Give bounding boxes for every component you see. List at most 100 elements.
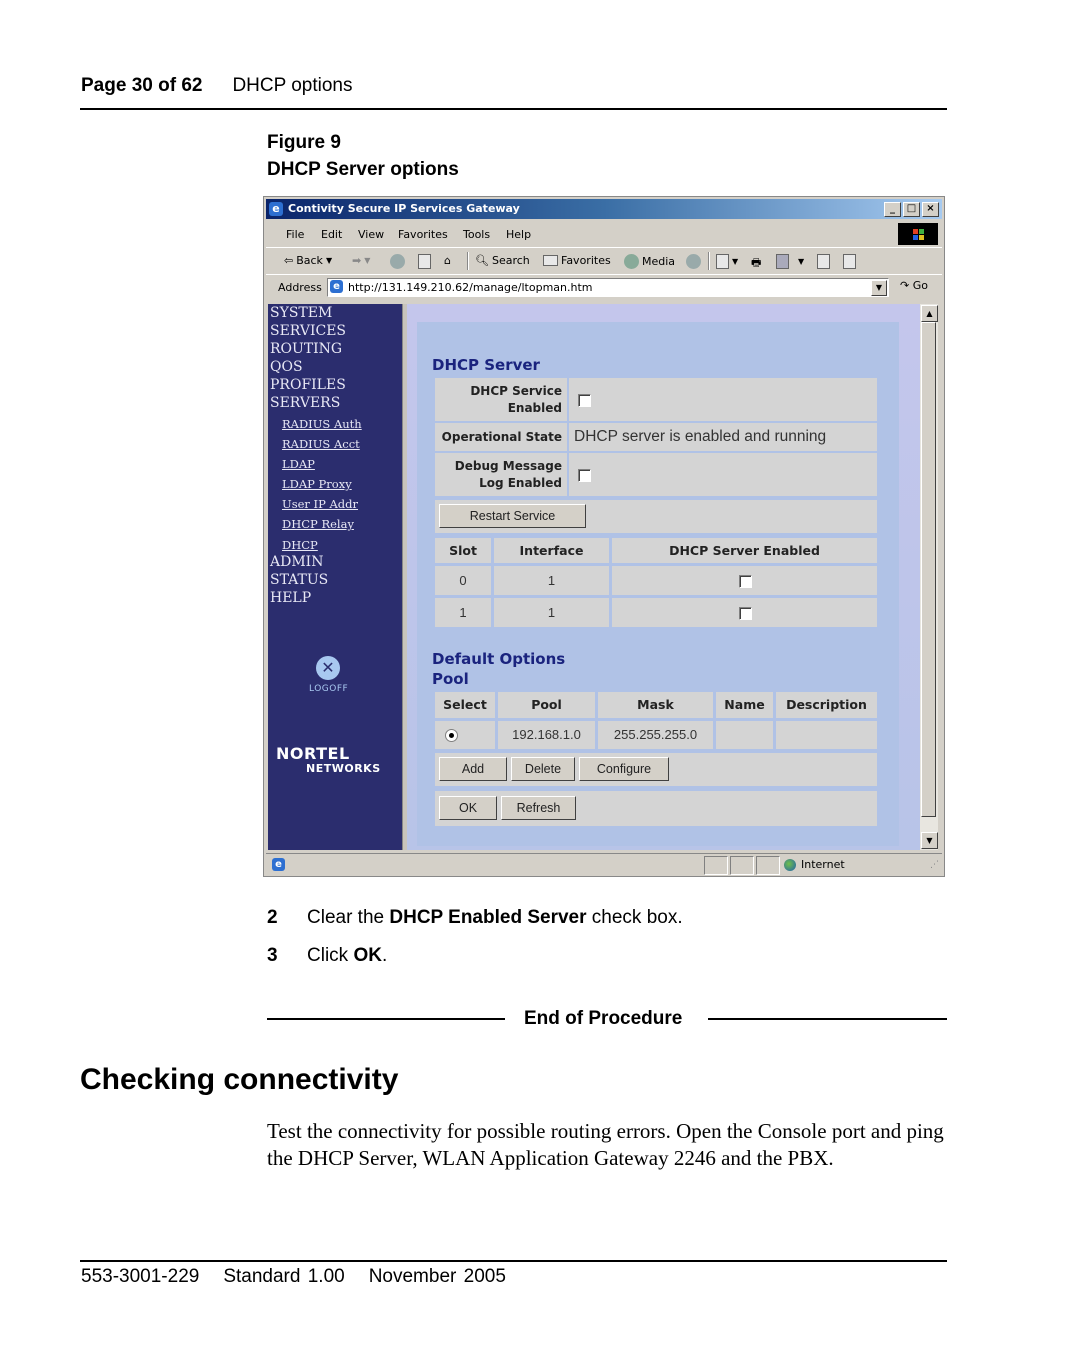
- slot-0-enabled-checkbox[interactable]: [739, 575, 752, 588]
- name-header: Name: [716, 692, 773, 718]
- forward-arrow-icon: ➡: [352, 254, 362, 267]
- enabled-cell: [612, 598, 877, 627]
- debug-value-cell: [569, 453, 877, 496]
- title-bar: e Contivity Secure IP Services Gateway _…: [266, 199, 942, 219]
- pool-select-radio[interactable]: [445, 729, 458, 742]
- scroll-up-arrow-icon[interactable]: ▲: [921, 305, 938, 322]
- mail-icon: [716, 254, 729, 269]
- service-enabled-checkbox[interactable]: [578, 394, 591, 407]
- sidebar-nav: SYSTEM SERVICES ROUTING QOS PROFILES SER…: [268, 304, 402, 850]
- stop-icon: [390, 254, 405, 269]
- nav-help[interactable]: HELP: [270, 589, 311, 607]
- close-button[interactable]: ×: [922, 202, 939, 217]
- nav-dhcp-relay[interactable]: DHCP Relay: [282, 516, 354, 532]
- menu-file[interactable]: File: [286, 228, 304, 241]
- search-button[interactable]: 🔍︎ Search: [475, 254, 530, 267]
- dhcp-server-title: DHCP Server: [432, 356, 540, 374]
- pool-cell: 192.168.1.0: [498, 721, 595, 749]
- favorites-button[interactable]: Favorites: [543, 254, 611, 267]
- pool-actions-row: Add Delete Configure: [435, 753, 877, 786]
- go-button[interactable]: ↷ Go: [900, 279, 928, 292]
- operational-state-value-cell: DHCP server is enabled and running: [569, 423, 877, 451]
- refresh-icon: [418, 254, 431, 269]
- edit-button[interactable]: ▼: [776, 254, 804, 269]
- nav-qos[interactable]: QOS: [270, 358, 303, 376]
- nav-admin[interactable]: ADMIN: [270, 553, 323, 571]
- menu-edit[interactable]: Edit: [321, 228, 342, 241]
- body-paragraph: Test the connectivity for possible routi…: [267, 1119, 944, 1170]
- address-dropdown[interactable]: ▼: [871, 280, 887, 296]
- print-button[interactable]: 🖶︎: [751, 254, 761, 273]
- default-options-title: Default Options: [432, 650, 566, 668]
- nav-radius-auth[interactable]: RADIUS Auth: [282, 416, 362, 432]
- messenger-button[interactable]: [843, 254, 856, 269]
- interface-cell: 1: [494, 598, 609, 627]
- nav-status[interactable]: STATUS: [270, 571, 328, 589]
- nav-ldap-proxy[interactable]: LDAP Proxy: [282, 476, 352, 492]
- mask-header: Mask: [598, 692, 713, 718]
- select-header: Select: [435, 692, 495, 718]
- mail-button[interactable]: ▼: [716, 254, 738, 269]
- discuss-button[interactable]: [817, 254, 830, 269]
- nav-profiles[interactable]: PROFILES: [270, 376, 346, 394]
- scroll-thumb[interactable]: [921, 322, 936, 817]
- debug-label: Debug Message Log Enabled: [454, 459, 562, 490]
- doc-number: 553-3001-229: [81, 1266, 200, 1287]
- refresh-button[interactable]: [418, 254, 431, 269]
- address-input[interactable]: e http://131.149.210.62/manage/ltopman.h…: [327, 278, 889, 297]
- home-button[interactable]: ⌂: [444, 254, 451, 267]
- nav-radius-acct[interactable]: RADIUS Acct: [282, 436, 360, 452]
- refresh-button[interactable]: Refresh: [501, 796, 576, 820]
- add-button[interactable]: Add: [439, 757, 507, 781]
- nortel-logo: NORTEL: [276, 744, 350, 763]
- forward-button[interactable]: ➡ ▼: [352, 254, 370, 267]
- footer-rule: [80, 1260, 947, 1262]
- doc-standard: Standard 1.00: [223, 1266, 345, 1287]
- page-header: Page 30 of 62 DHCP options: [81, 75, 353, 97]
- restart-service-button[interactable]: Restart Service: [439, 504, 586, 528]
- media-button[interactable]: Media: [624, 254, 675, 269]
- nav-servers[interactable]: SERVERS: [270, 394, 340, 412]
- debug-checkbox[interactable]: [578, 469, 591, 482]
- dhcp-server-enabled-header: DHCP Server Enabled: [612, 538, 877, 563]
- logoff-icon[interactable]: ✕: [316, 656, 340, 680]
- step-number: 3: [267, 945, 278, 966]
- eop-rule-right: [708, 1018, 947, 1020]
- chevron-down-icon: ▼: [364, 256, 371, 265]
- discuss-icon: [817, 254, 830, 269]
- description-header: Description: [776, 692, 877, 718]
- menu-view[interactable]: View: [358, 228, 384, 241]
- service-enabled-label-cell: DHCP Service Enabled: [435, 378, 567, 421]
- nav-routing[interactable]: ROUTING: [270, 340, 342, 358]
- configure-button[interactable]: Configure: [579, 757, 669, 781]
- logoff-link[interactable]: LOGOFF: [309, 684, 348, 694]
- toolbar: ⇦ Back ▼ ➡ ▼ ⌂ 🔍︎ Search Favorites Media ▼ 🖶…: [266, 247, 942, 274]
- section-name: DHCP options: [232, 75, 353, 96]
- name-cell: [716, 721, 773, 749]
- ok-button[interactable]: OK: [439, 796, 497, 820]
- resize-grip-icon[interactable]: ⋰: [930, 860, 939, 870]
- delete-button[interactable]: Delete: [511, 757, 575, 781]
- nav-services[interactable]: SERVICES: [270, 322, 346, 340]
- search-icon: 🔍︎: [475, 254, 489, 267]
- history-button[interactable]: [686, 254, 701, 269]
- stop-button[interactable]: [390, 254, 405, 269]
- minimize-button[interactable]: _: [884, 202, 901, 217]
- page-status-icon: e: [272, 858, 285, 871]
- menu-help[interactable]: Help: [506, 228, 531, 241]
- menu-tools[interactable]: Tools: [463, 228, 490, 241]
- nav-dhcp[interactable]: DHCP: [282, 537, 318, 553]
- scroll-down-arrow-icon[interactable]: ▼: [921, 832, 938, 849]
- slot-1-enabled-checkbox[interactable]: [739, 607, 752, 620]
- vertical-scrollbar[interactable]: ▲ ▼: [920, 304, 938, 850]
- nav-user-ip-addr[interactable]: User IP Addr: [282, 496, 358, 512]
- menu-favorites[interactable]: Favorites: [398, 228, 448, 241]
- nav-ldap[interactable]: LDAP: [282, 456, 315, 472]
- back-button[interactable]: ⇦ Back ▼: [284, 254, 332, 267]
- select-cell: [435, 721, 495, 749]
- page-footer: 553-3001-229 Standard 1.00 November 2005: [81, 1266, 530, 1288]
- restart-row: Restart Service: [435, 500, 877, 533]
- maximize-button[interactable]: □: [903, 202, 920, 217]
- nav-system[interactable]: SYSTEM: [270, 304, 332, 322]
- ui-reference: OK: [353, 945, 382, 966]
